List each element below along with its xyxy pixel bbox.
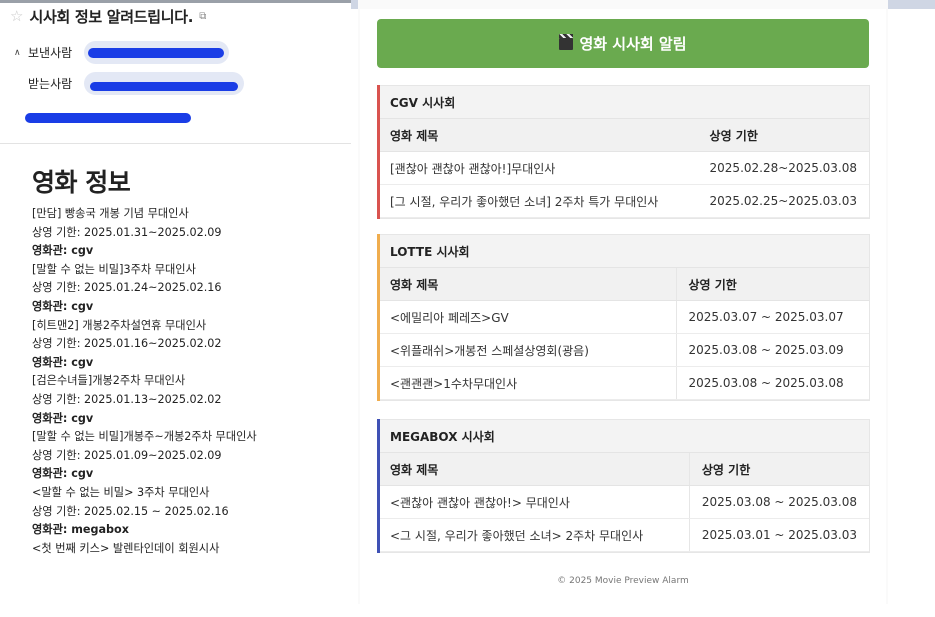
theater-line: 영화관: cgv: [32, 411, 94, 425]
movie-title-cell: <그 시절, 우리가 좋아했던 소녀> 2주차 무대인사: [378, 518, 690, 552]
movie-line: 상영 기한: 2025.01.16~2025.02.02: [32, 337, 222, 351]
sender-row: ∧ 보낸사람: [14, 41, 230, 64]
column-header-title: 영화 제목: [378, 119, 698, 152]
screening-table: 영화 제목 상영 기한 [괜찮아 괜찮아 괜찮아!]무대인사 2025.02.28~2…: [378, 119, 869, 218]
movie-info-heading: 영화 정보: [32, 168, 131, 197]
open-new-window-icon[interactable]: ⧉: [199, 11, 206, 22]
section-accent-bar: [377, 234, 380, 401]
section-title: CGV 시사회: [378, 86, 869, 119]
email-subject: 시사회 정보 알려드립니다.: [29, 8, 194, 26]
period-cell: 2025.03.07 ~ 2025.03.07: [675, 300, 869, 334]
redaction-mark: [88, 48, 225, 58]
theater-section: MEGABOX 시사회 영화 제목 상영 기한 <괜찮아 괜찮아 괜찮아!> 무대인사…: [377, 419, 870, 553]
movie-line: 상영 기한: 2025.01.31~2025.02.09: [32, 225, 222, 239]
table-row: <괜괜괜>1수차무대인사 2025.03.08 ~ 2025.03.08: [378, 366, 869, 400]
recipient-label: 받는사람: [28, 77, 73, 91]
section-accent-bar: [377, 419, 380, 553]
period-cell: 2025.02.25~2025.03.03: [697, 184, 869, 218]
table-row: <그 시절, 우리가 좋아했던 소녀> 2주차 무대인사 2025.03.01 ~…: [378, 518, 869, 552]
banner-title: 영화 시사회 알림: [579, 35, 687, 53]
table-header-row: 영화 제목 상영 기한: [378, 119, 869, 152]
movie-title-cell: <괜괜괜>1수차무대인사: [378, 366, 676, 400]
table-row: <괜찮아 괜찮아 괜찮아!> 무대인사 2025.03.08 ~ 2025.03.…: [378, 485, 869, 519]
column-header-period: 상영 기한: [697, 119, 869, 152]
section-title: LOTTE 시사회: [378, 235, 869, 268]
period-cell: 2025.03.08 ~ 2025.03.08: [675, 366, 869, 400]
theater-line: 영화관: cgv: [32, 244, 94, 258]
screening-table: 영화 제목 상영 기한 <에밀리아 페레즈>GV 2025.03.07 ~ 2025.…: [378, 268, 869, 400]
header-divider: [0, 143, 351, 144]
movie-title-cell: [괜찮아 괜찮아 괜찮아!]무대인사: [378, 151, 698, 185]
movie-line: [검은수녀들]개봉2주차 무대인사: [32, 374, 186, 388]
table-header-row: 영화 제목 상영 기한: [378, 268, 869, 301]
email-text-body: 영화 정보 [만담] 빵송국 개봉 기념 무대인사상영 기한: 2025.01.…: [32, 163, 350, 558]
redaction-mark: [90, 82, 239, 91]
period-cell: 2025.03.08 ~ 2025.03.09: [675, 333, 869, 367]
collapse-chevron-icon[interactable]: ∧: [14, 48, 28, 58]
recipient-row: 받는사람: [28, 72, 245, 95]
movie-line: [만담] 빵송국 개봉 기념 무대인사: [32, 207, 189, 220]
table-row: [그 시절, 우리가 좋아했던 소녀] 2주차 특가 무대인사 2025.02.2…: [378, 184, 869, 218]
movie-info-lines: [만담] 빵송국 개봉 기념 무대인사상영 기한: 2025.01.31~202…: [32, 205, 350, 558]
table-header-row: 영화 제목 상영 기한: [378, 453, 869, 486]
section-accent-bar: [377, 85, 380, 219]
footer-text: © 2025 Movie Preview Alarm: [557, 576, 689, 586]
screening-table: 영화 제목 상영 기한 <괜찮아 괜찮아 괜찮아!> 무대인사 2025.03.08 …: [378, 453, 869, 552]
movie-line: <말할 수 없는 비밀> 3주차 무대인사: [32, 485, 210, 499]
movie-line: [말할 수 없는 비밀]3주차 무대인사: [32, 262, 196, 276]
theater-line: 영화관: cgv: [32, 355, 94, 369]
column-header-title: 영화 제목: [378, 268, 676, 301]
alert-banner: 영화 시사회 알림: [377, 19, 869, 68]
movie-line: 상영 기한: 2025.01.13~2025.02.02: [32, 392, 222, 406]
star-icon[interactable]: ☆: [10, 9, 23, 24]
movie-line: [말할 수 없는 비밀]개봉주~개봉2주차 무대인사: [32, 430, 257, 444]
theater-section: CGV 시사회 영화 제목 상영 기한 [괜찮아 괜찮아 괜찮아!]무대인사 2025.…: [377, 85, 870, 219]
recipient-chip[interactable]: [84, 72, 245, 95]
period-cell: 2025.02.28~2025.03.08: [697, 151, 869, 185]
movie-line: [히트맨2] 개봉2주차설연휴 무대인사: [32, 318, 207, 332]
movie-line: 상영 기한: 2025.02.15 ~ 2025.02.16: [32, 504, 229, 518]
column-header-period: 상영 기한: [675, 268, 869, 301]
sender-label: 보낸사람: [28, 46, 73, 60]
movie-line: 상영 기한: 2025.01.09~2025.02.09: [32, 448, 222, 462]
column-header-title: 영화 제목: [378, 453, 690, 486]
theater-section: LOTTE 시사회 영화 제목 상영 기한 <에밀리아 페레즈>GV 2025.03.0…: [377, 234, 870, 401]
clapperboard-icon: [559, 33, 574, 50]
theater-line: 영화관: megabox: [32, 523, 129, 537]
section-title: MEGABOX 시사회: [378, 420, 869, 453]
period-cell: 2025.03.01 ~ 2025.03.03: [688, 518, 869, 552]
table-row: [괜찮아 괜찮아 괜찮아!]무대인사 2025.02.28~2025.03.08: [378, 151, 869, 185]
theater-line: 영화관: cgv: [32, 299, 94, 313]
movie-line: <첫 번째 키스> 발렌타인데이 회원시사: [32, 541, 220, 555]
movie-title-cell: <괜찮아 괜찮아 괜찮아!> 무대인사: [378, 485, 690, 519]
top-border: [0, 0, 351, 3]
movie-title-cell: <위플래쉬>개봉전 스페셜상영회(광음): [378, 333, 676, 367]
column-header-period: 상영 기한: [688, 453, 869, 486]
redaction-mark: [25, 113, 191, 123]
sender-chip[interactable]: [84, 41, 230, 64]
movie-title-cell: <에밀리아 페레즈>GV: [378, 300, 676, 334]
table-row: <에밀리아 페레즈>GV 2025.03.07 ~ 2025.03.07: [378, 300, 869, 334]
movie-line: 상영 기한: 2025.01.24~2025.02.16: [32, 281, 222, 295]
period-cell: 2025.03.08 ~ 2025.03.08: [688, 485, 869, 519]
email-subject-row: ☆ 시사회 정보 알려드립니다. ⧉: [10, 6, 206, 27]
movie-title-cell: [그 시절, 우리가 좋아했던 소녀] 2주차 특가 무대인사: [378, 184, 698, 218]
table-row: <위플래쉬>개봉전 스페셜상영회(광음) 2025.03.08 ~ 2025.03…: [378, 333, 869, 367]
theater-line: 영화관: cgv: [32, 467, 94, 481]
